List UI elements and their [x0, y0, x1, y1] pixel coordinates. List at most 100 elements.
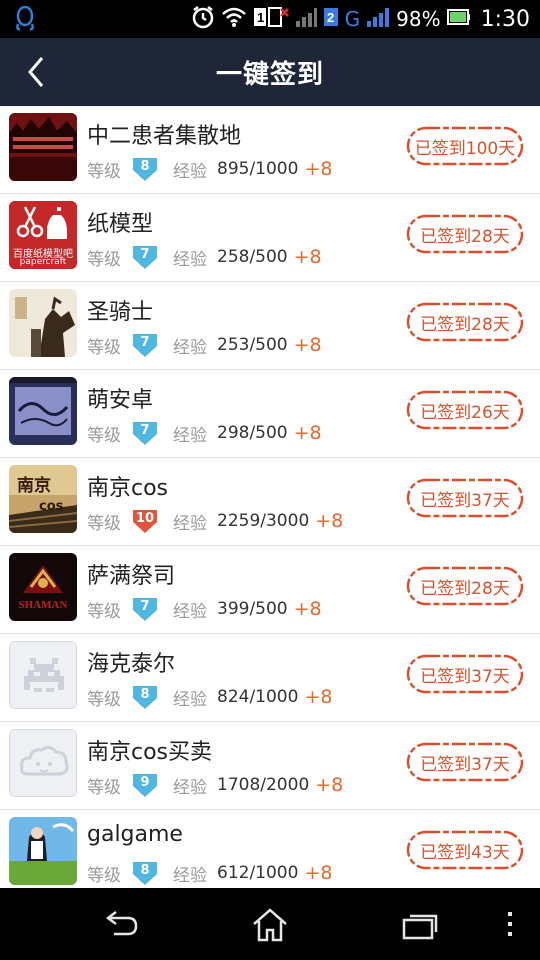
qq-notification-icon: [14, 5, 36, 36]
nav-menu-button[interactable]: [500, 908, 520, 942]
exp-gain: +8: [304, 158, 333, 180]
alarm-icon: [191, 5, 215, 33]
level-value: 7: [140, 247, 150, 262]
forum-meta: 等级 8 经验 824/1000 +8: [87, 684, 332, 710]
level-label: 等级: [87, 689, 121, 710]
level-label: 等级: [87, 249, 121, 270]
signal-2-icon: [366, 6, 390, 32]
signed-text: 已签到37天: [420, 755, 510, 775]
level-value: 9: [140, 775, 150, 790]
level-badge: 7: [131, 596, 159, 622]
signed-text: 已签到28天: [420, 227, 510, 247]
back-button[interactable]: [20, 54, 56, 90]
nav-recents-button[interactable]: [400, 908, 440, 942]
level-badge: 7: [131, 420, 159, 446]
signed-text: 已签到28天: [420, 315, 510, 335]
sim2-icon: 2: [323, 5, 339, 33]
list-item[interactable]: galgame 等级 8 经验 612/1000 +8 已签到43天: [0, 810, 540, 888]
signed-text: 已签到28天: [420, 579, 510, 599]
system-nav-bar: [0, 888, 540, 960]
list-item[interactable]: 中二患者集散地 等级 8 经验 895/1000 +8 已签到100天: [0, 106, 540, 194]
level-value: 7: [140, 599, 150, 614]
signed-stamp: 已签到37天: [406, 654, 524, 694]
exp-label: 经验: [173, 601, 207, 622]
signed-text: 已签到43天: [420, 843, 510, 863]
forum-meta: 等级 10 经验 2259/3000 +8: [87, 508, 343, 534]
level-value: 10: [135, 511, 155, 526]
nav-home-button[interactable]: [250, 908, 290, 942]
level-label: 等级: [87, 161, 121, 182]
forum-list[interactable]: 中二患者集散地 等级 8 经验 895/1000 +8 已签到100天 百度纸模…: [0, 106, 540, 888]
signed-stamp: 已签到28天: [406, 566, 524, 606]
forum-name: 南京cos: [87, 476, 169, 501]
back-icon: [105, 911, 138, 936]
forum-avatar: [9, 113, 77, 181]
exp-gain: +8: [304, 862, 333, 884]
recents-icon: [402, 914, 438, 940]
exp-value: 1708/2000: [217, 775, 310, 795]
list-item[interactable]: 海克泰尔 等级 8 经验 824/1000 +8 已签到37天: [0, 634, 540, 722]
level-value: 8: [140, 687, 150, 702]
level-value: 8: [140, 159, 150, 174]
level-label: 等级: [87, 513, 121, 534]
exp-value: 895/1000: [217, 159, 299, 179]
forum-avatar: 百度纸模型吧 papercraft: [9, 201, 77, 269]
exp-label: 经验: [173, 689, 207, 710]
level-label: 等级: [87, 777, 121, 798]
nav-back-button[interactable]: [100, 908, 140, 942]
forum-name: 萨满祭司: [87, 564, 176, 589]
exp-gain: +8: [315, 510, 344, 532]
network-type: G: [344, 7, 361, 31]
level-badge: 8: [131, 156, 159, 182]
signed-text: 已签到100天: [414, 139, 516, 159]
page-title: 一键签到: [215, 59, 324, 90]
battery-percent: 98%: [396, 7, 441, 31]
signed-stamp: 已签到37天: [406, 478, 524, 518]
level-label: 等级: [87, 865, 121, 886]
signed-stamp: 已签到43天: [406, 830, 524, 870]
level-badge: 8: [131, 860, 159, 886]
avatar-caption: SHAMAN: [18, 599, 68, 611]
exp-label: 经验: [173, 513, 207, 534]
forum-avatar: [9, 641, 77, 709]
sim1-icon: 1: [253, 5, 289, 33]
avatar-subcaption: cos: [39, 499, 64, 514]
battery-icon: [446, 8, 471, 30]
list-item[interactable]: 南京 cos 南京cos 等级 10 经验 2259/3000 +8 已签到37…: [0, 458, 540, 546]
list-item[interactable]: 百度纸模型吧 papercraft 纸模型 等级 7 经验 258/500 +8…: [0, 194, 540, 282]
list-item[interactable]: SHAMAN 萨满祭司 等级 7 经验 399/500 +8 已签到28天: [0, 546, 540, 634]
placeholder-avatar-icon: [10, 642, 76, 708]
forum-avatar: [9, 289, 77, 357]
exp-label: 经验: [173, 337, 207, 358]
list-item[interactable]: 南京cos买卖 等级 9 经验 1708/2000 +8 已签到37天: [0, 722, 540, 810]
exp-label: 经验: [173, 249, 207, 270]
level-badge: 7: [131, 332, 159, 358]
signed-text: 已签到26天: [420, 403, 510, 423]
exp-value: 399/500: [217, 599, 288, 619]
exp-value: 612/1000: [217, 863, 299, 883]
forum-name: 海克泰尔: [87, 652, 176, 677]
signal-1-icon: [295, 6, 317, 32]
forum-name: 萌安卓: [87, 388, 154, 413]
forum-meta: 等级 7 经验 298/500 +8: [87, 420, 322, 446]
forum-avatar: [9, 377, 77, 445]
level-label: 等级: [87, 337, 121, 358]
exp-gain: +8: [293, 334, 322, 356]
placeholder-cloud-icon: [10, 730, 76, 796]
forum-meta: 等级 7 经验 258/500 +8: [87, 244, 322, 270]
list-item[interactable]: 圣骑士 等级 7 经验 253/500 +8 已签到28天: [0, 282, 540, 370]
signed-stamp: 已签到26天: [406, 390, 524, 430]
level-value: 8: [140, 863, 150, 878]
forum-avatar: SHAMAN: [9, 553, 77, 621]
forum-name: 中二患者集散地: [87, 124, 242, 149]
list-item[interactable]: 萌安卓 等级 7 经验 298/500 +8 已签到26天: [0, 370, 540, 458]
signed-text: 已签到37天: [420, 491, 510, 511]
forum-meta: 等级 8 经验 612/1000 +8: [87, 860, 332, 886]
exp-label: 经验: [173, 425, 207, 446]
forum-meta: 等级 7 经验 253/500 +8: [87, 332, 322, 358]
exp-label: 经验: [173, 777, 207, 798]
exp-label: 经验: [173, 865, 207, 886]
level-label: 等级: [87, 425, 121, 446]
forum-meta: 等级 9 经验 1708/2000 +8: [87, 772, 343, 798]
forum-meta: 等级 8 经验 895/1000 +8: [87, 156, 332, 182]
